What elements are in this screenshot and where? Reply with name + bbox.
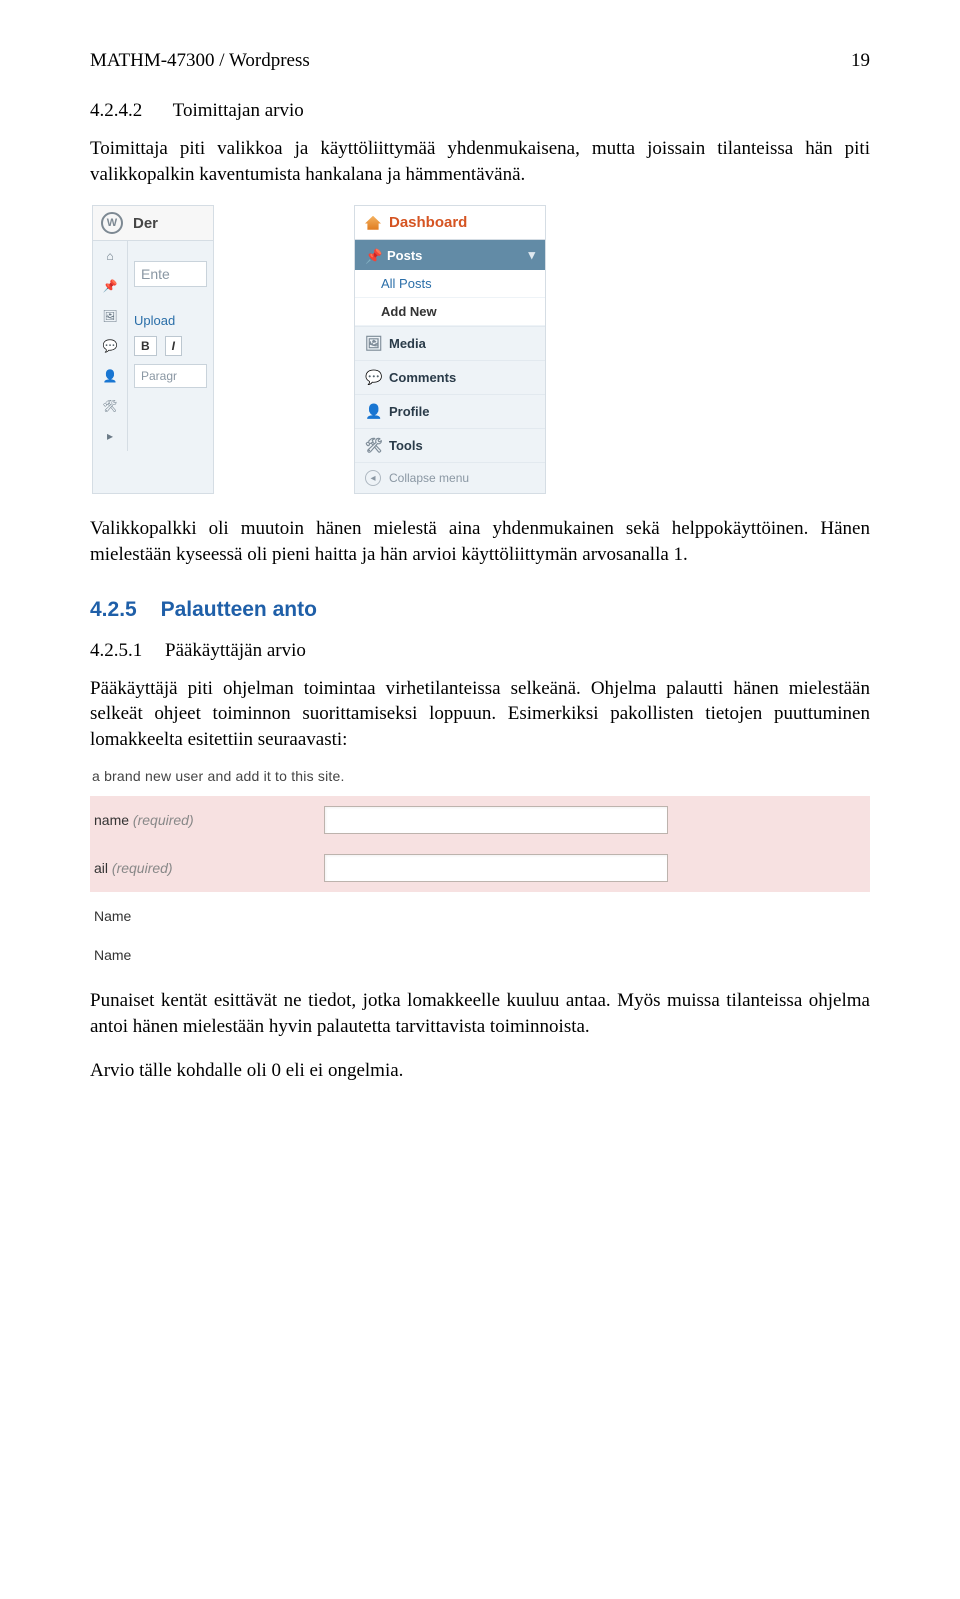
form-row-name2: Name: [90, 892, 870, 940]
heading-title: Toimittajan arvio: [173, 100, 304, 121]
editor-toolbar: B I: [134, 336, 207, 356]
form-row-name3: Name: [90, 940, 870, 970]
menu-label: Comments: [389, 370, 456, 385]
posts-label: Posts: [387, 248, 422, 263]
expand-icon[interactable]: ▸: [101, 427, 119, 445]
pin-icon: 📌: [365, 248, 379, 262]
page-header: MATHM-47300 / Wordpress 19: [90, 50, 870, 72]
wordpress-logo-icon: W: [101, 212, 123, 234]
paragraph: Toimittaja piti valikkoa ja käyttöliitty…: [90, 136, 870, 187]
collapse-menu[interactable]: ◂ Collapse menu: [355, 462, 545, 493]
submenu-add-new[interactable]: Add New: [355, 298, 545, 326]
paragraph: Valikkopalkki oli muutoin hänen mielestä…: [90, 516, 870, 567]
form-input-name[interactable]: [324, 806, 668, 834]
posts-item-active[interactable]: 📌 Posts ▾: [355, 240, 545, 270]
header-page-number: 19: [851, 50, 870, 72]
paragraph: Punaiset kentät esittävät ne tiedot, jot…: [90, 988, 870, 1039]
comments-icon[interactable]: 💬: [101, 337, 119, 355]
profile-icon: 👤: [365, 403, 381, 420]
form-label: Name: [90, 947, 324, 963]
heading-number: 4.2.4.2: [90, 100, 142, 121]
heading-number: 4.2.5: [90, 598, 137, 621]
dashboard-item[interactable]: Dashboard: [355, 206, 545, 240]
menu-tools[interactable]: 🛠 Tools: [355, 428, 545, 462]
collapse-label: Collapse menu: [389, 471, 469, 485]
format-select[interactable]: Paragr: [134, 364, 207, 388]
home-icon[interactable]: ⌂: [101, 247, 119, 265]
site-title-fragment: Der: [133, 215, 158, 232]
form-label: name (required): [90, 812, 324, 828]
house-icon: [365, 216, 381, 230]
heading-4-2-5-1: 4.2.5.1 Pääkäyttäjän arvio: [90, 640, 870, 662]
heading-4-2-5: 4.2.5 Palautteen anto: [90, 598, 870, 622]
screenshot-sidebars: W Der ⌂ 📌 🖼 💬 👤 🛠 ▸ Ente Upload: [90, 205, 870, 494]
submenu-all-posts[interactable]: All Posts: [355, 270, 545, 298]
chevron-left-icon: ◂: [365, 470, 381, 486]
menu-comments[interactable]: 💬 Comments: [355, 360, 545, 394]
heading-title: Pääkäyttäjän arvio: [165, 640, 306, 661]
menu-label: Tools: [389, 438, 423, 453]
upload-link[interactable]: Upload: [134, 313, 207, 328]
form-input-ail[interactable]: [324, 854, 668, 882]
editor-fragment: Ente Upload B I Paragr: [128, 241, 213, 451]
paragraph: Pääkäyttäjä piti ohjelman toimintaa virh…: [90, 676, 870, 753]
chevron-down-icon: ▾: [528, 247, 535, 263]
menu-label: Media: [389, 336, 426, 351]
heading-title: Palautteen anto: [161, 598, 317, 621]
media-icon[interactable]: 🖼: [101, 307, 119, 325]
tools-icon: 🛠: [365, 437, 381, 454]
comments-icon: 💬: [365, 369, 381, 386]
screenshot-form: a brand new user and add it to this site…: [90, 766, 870, 970]
title-input[interactable]: Ente: [134, 261, 207, 287]
form-row-name: name (required): [90, 796, 870, 844]
form-label: Name: [90, 908, 324, 924]
menu-media[interactable]: 🖼 Media: [355, 326, 545, 360]
menu-label: Profile: [389, 404, 429, 419]
pin-icon[interactable]: 📌: [101, 277, 119, 295]
form-intro-text: a brand new user and add it to this site…: [90, 766, 870, 796]
heading-number: 4.2.5.1: [90, 640, 142, 661]
form-label: ail (required): [90, 860, 324, 876]
tools-icon[interactable]: 🛠: [101, 397, 119, 415]
wp-topbar: W Der: [93, 206, 213, 241]
profile-icon[interactable]: 👤: [101, 367, 119, 385]
collapsed-icon-strip: ⌂ 📌 🖼 💬 👤 🛠 ▸: [93, 241, 128, 451]
italic-button[interactable]: I: [165, 336, 182, 356]
header-left: MATHM-47300 / Wordpress: [90, 50, 310, 72]
media-icon: 🖼: [365, 335, 381, 352]
wp-admin-expanded: Dashboard 📌 Posts ▾ All Posts Add New 🖼 …: [354, 205, 546, 494]
menu-profile[interactable]: 👤 Profile: [355, 394, 545, 428]
wp-admin-collapsed: W Der ⌂ 📌 🖼 💬 👤 🛠 ▸ Ente Upload: [92, 205, 214, 494]
bold-button[interactable]: B: [134, 336, 157, 356]
dashboard-label: Dashboard: [389, 214, 467, 231]
form-row-ail: ail (required): [90, 844, 870, 892]
paragraph: Arvio tälle kohdalle oli 0 eli ei ongelm…: [90, 1058, 870, 1084]
heading-4-2-4-2: 4.2.4.2 Toimittajan arvio: [90, 100, 870, 122]
